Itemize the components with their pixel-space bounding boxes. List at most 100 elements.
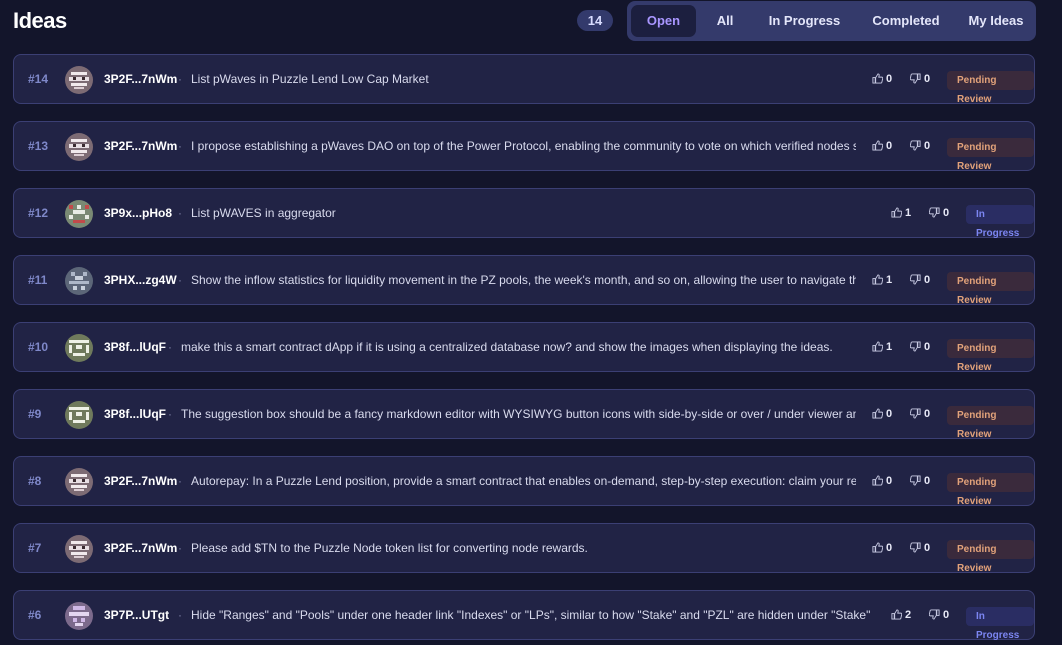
downvote-count: 0 [924,140,931,152]
downvote-count: 0 [924,408,931,420]
idea-text[interactable]: The suggestion box should be a fancy mar… [181,390,856,438]
idea-row[interactable]: #9 3P8f...lUqF · The suggestion box should … [13,389,1035,440]
tab-my-ideas[interactable]: My Ideas [959,5,1033,37]
thumbs-down-icon [909,542,924,554]
idea-number: #10 [28,340,49,354]
separator-dot: · [168,407,172,421]
thumbs-down-icon [928,207,943,219]
idea-text[interactable]: Hide "Ranges" and "Pools" under one head… [191,591,875,639]
upvote-count: 1 [886,274,893,286]
thumbs-up-icon [872,408,886,420]
upvote-count: 1 [886,341,893,353]
idea-number: #14 [28,72,49,86]
upvote-button[interactable]: 1 [891,189,911,237]
author-avatar [65,133,93,161]
idea-text[interactable]: List pWaves in Puzzle Lend Low Cap Marke… [191,55,856,103]
thumbs-down-icon [909,475,924,487]
thumbs-up-icon [891,609,905,621]
author-address[interactable]: 3P8f...lUqF [104,390,166,438]
idea-row[interactable]: #10 3P8f...lUqF · make this a smart contrac… [13,322,1035,373]
thumbs-up-icon [872,542,886,554]
thumbs-down-icon [928,609,943,621]
idea-text[interactable]: make this a smart contract dApp if it is… [181,323,856,371]
tab-open[interactable]: Open [631,5,696,37]
author-avatar [65,602,93,630]
idea-row[interactable]: #14 3P2F...7nWm · List pWaves in Puzzle Len… [13,54,1035,105]
upvote-count: 1 [905,207,912,219]
thumbs-up-icon [872,341,886,353]
upvote-button[interactable]: 0 [872,122,892,170]
separator-dot: · [178,139,182,153]
downvote-button[interactable]: 0 [909,256,930,304]
separator-dot: · [168,340,172,354]
idea-row[interactable]: #12 3P9x...pHo8 · List pWAVES in aggregator… [13,188,1035,239]
thumbs-down-icon [909,73,924,85]
status-badge: Pending Review [947,339,1034,373]
author-address[interactable]: 3P2F...7nWm [104,122,177,170]
status-badge: Pending Review [947,473,1034,507]
downvote-count: 0 [943,609,950,621]
tab-completed[interactable]: Completed [863,5,949,37]
author-avatar [65,468,93,496]
author-address[interactable]: 3P9x...pHo8 [104,189,172,237]
downvote-button[interactable]: 0 [928,189,949,237]
separator-dot: · [178,206,182,220]
author-address[interactable]: 3P2F...7nWm [104,55,177,103]
downvote-button[interactable]: 0 [909,323,930,371]
author-address[interactable]: 3P8f...lUqF [104,323,166,371]
upvote-button[interactable]: 2 [891,591,911,639]
downvote-button[interactable]: 0 [909,390,931,438]
idea-row[interactable]: #11 3PHX...zg4W · Show the inflow statistic… [13,255,1035,306]
upvote-count: 0 [886,408,893,420]
idea-number: #11 [28,273,48,287]
author-address[interactable]: 3P7P...UTgt [104,591,169,639]
upvote-button[interactable]: 0 [872,390,892,438]
downvote-button[interactable]: 0 [909,457,931,505]
idea-number: #6 [28,608,42,622]
upvote-button[interactable]: 1 [872,323,892,371]
thumbs-down-icon [909,274,924,286]
idea-row[interactable]: #8 3P2F...7nWm · Autorepay: In a Puzzle Len… [13,456,1035,507]
filter-tabs: Open All In Progress Completed My Ideas [627,1,1036,41]
upvote-button[interactable]: 0 [872,524,892,572]
idea-text[interactable]: List pWAVES in aggregator [191,189,875,237]
downvote-button[interactable]: 0 [909,122,931,170]
upvote-button[interactable]: 0 [872,55,892,103]
downvote-button[interactable]: 0 [909,524,931,572]
upvote-count: 0 [886,475,893,487]
author-avatar [65,334,93,362]
downvote-count: 0 [924,475,931,487]
idea-text[interactable]: I propose establishing a pWaves DAO on t… [191,122,856,170]
author-address[interactable]: 3P2F...7nWm [104,457,177,505]
downvote-count: 0 [924,73,931,85]
idea-number: #7 [28,541,42,555]
ideas-count-badge: 14 [577,10,613,31]
upvote-count: 0 [886,140,893,152]
idea-number: #13 [28,139,49,153]
author-avatar [65,66,93,94]
idea-text[interactable]: Please add $TN to the Puzzle Node token … [191,524,856,572]
idea-row[interactable]: #7 3P2F...7nWm · Please add $TN to the Puzz… [13,523,1035,574]
thumbs-up-icon [891,207,905,219]
upvote-button[interactable]: 0 [872,457,892,505]
status-badge: Pending Review [947,138,1034,172]
upvote-count: 0 [886,542,893,554]
tab-in-progress[interactable]: In Progress [757,5,852,37]
page-title: Ideas [13,8,67,33]
author-address[interactable]: 3PHX...zg4W [104,256,177,304]
status-badge: In Progress [966,205,1034,239]
idea-row[interactable]: #13 3P2F...7nWm · I propose establishing a … [13,121,1035,172]
idea-text[interactable]: Show the inflow statistics for liquidity… [191,256,856,304]
author-avatar [65,200,93,228]
separator-dot: · [178,474,182,488]
downvote-button[interactable]: 0 [909,55,931,103]
upvote-button[interactable]: 1 [872,256,892,304]
author-address[interactable]: 3P2F...7nWm [104,524,177,572]
thumbs-down-icon [909,341,924,353]
downvote-button[interactable]: 0 [928,591,950,639]
downvote-count: 0 [924,542,931,554]
thumbs-up-icon [872,140,886,152]
tab-all[interactable]: All [703,5,747,37]
idea-text[interactable]: Autorepay: In a Puzzle Lend position, pr… [191,457,856,505]
header: Ideas 14 Open All In Progress Completed … [0,0,1062,46]
